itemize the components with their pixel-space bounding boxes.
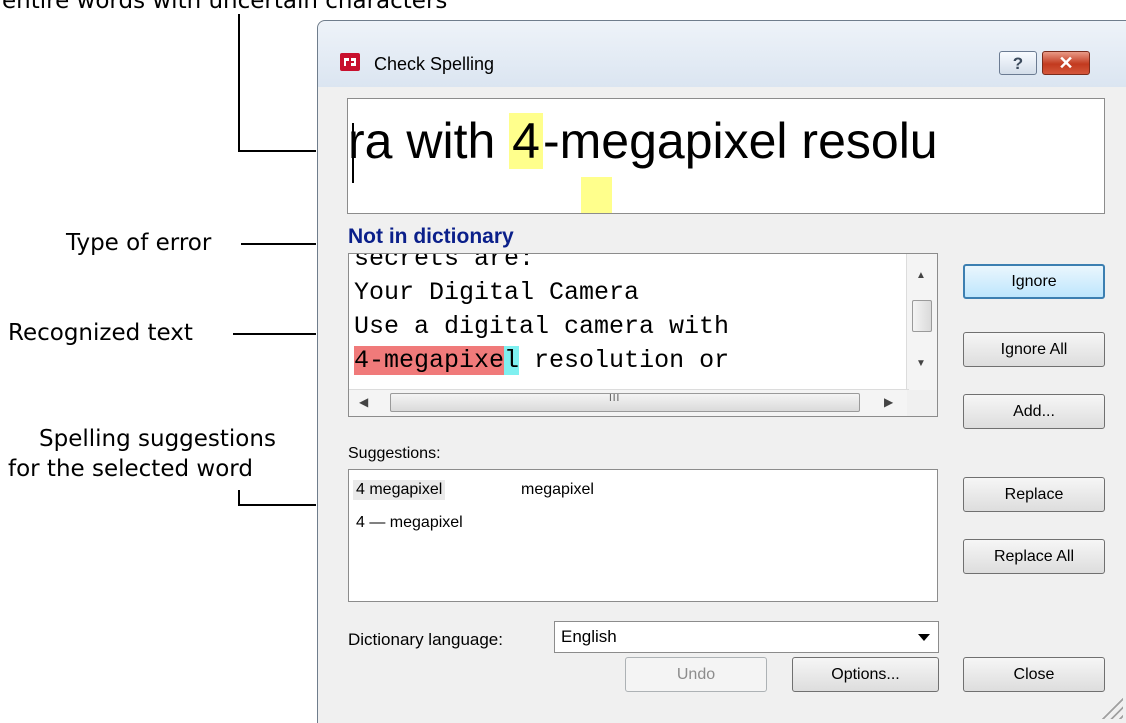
suggestion-item[interactable]: megapixel xyxy=(521,481,594,499)
add-button[interactable]: Add... xyxy=(963,394,1105,429)
recognized-text-content: secrets are: Your Digital Camera Use a d… xyxy=(354,253,730,378)
check-spelling-dialog: Check Spelling ? ✕ ra with 4-megapixel r… xyxy=(317,20,1126,723)
vertical-scroll-thumb[interactable] xyxy=(912,300,932,332)
annotation-suggestions-line2: for the selected word xyxy=(8,456,253,482)
help-button[interactable]: ? xyxy=(999,51,1037,75)
callout-line xyxy=(233,333,316,335)
scroll-grip-icon: III xyxy=(609,393,621,404)
preview-after: -megapixel resolu xyxy=(542,113,938,169)
scroll-left-arrow-icon[interactable]: ◀ xyxy=(359,395,368,409)
suggestion-item[interactable]: 4 — megapixel xyxy=(356,514,463,532)
dictionary-language-label: Dictionary language: xyxy=(348,630,503,649)
annotation-top-partial: entire words with uncertain characters xyxy=(2,0,448,14)
zoomed-preview: ra with 4-megapixel resolu xyxy=(347,98,1105,214)
annotation-recognized-text: Recognized text xyxy=(8,320,193,346)
ignore-all-button[interactable]: Ignore All xyxy=(963,332,1105,367)
scroll-right-arrow-icon[interactable]: ▶ xyxy=(884,395,893,409)
error-type-label: Not in dictionary xyxy=(348,225,514,248)
suggestion-item[interactable]: 4 megapixel xyxy=(353,480,446,500)
callout-line xyxy=(241,243,316,245)
callout-line xyxy=(238,14,240,151)
error-word-highlight[interactable]: 4-megapixe xyxy=(354,346,505,375)
recognized-line: secrets are: xyxy=(354,253,535,273)
suggestions-list[interactable]: 4 megapixel megapixel 4 — megapixel xyxy=(348,469,938,602)
dropdown-arrow-icon[interactable] xyxy=(918,634,930,641)
scroll-up-arrow-icon[interactable]: ▲ xyxy=(916,270,926,281)
callout-line xyxy=(238,504,316,506)
scrollbar-corner xyxy=(907,390,937,416)
title-bar[interactable]: Check Spelling ? ✕ xyxy=(318,21,1126,87)
annotation-type-of-error: Type of error xyxy=(66,230,212,256)
app-icon xyxy=(340,53,360,71)
replace-all-button[interactable]: Replace All xyxy=(963,539,1105,574)
recognized-text-box[interactable]: secrets are: Your Digital Camera Use a d… xyxy=(348,253,938,417)
preview-text: ra with 4-megapixel resolu xyxy=(348,111,938,171)
close-window-button[interactable]: ✕ xyxy=(1042,51,1090,75)
recognized-line: Your Digital Camera xyxy=(354,278,640,307)
recognized-line: Use a digital camera with xyxy=(354,312,730,341)
highlight-strip xyxy=(581,177,612,213)
horizontal-scroll-thumb[interactable] xyxy=(390,393,860,412)
undo-button[interactable]: Undo xyxy=(625,657,767,692)
annotation-suggestions-line1: Spelling suggestions xyxy=(39,426,276,452)
dictionary-language-select[interactable]: English xyxy=(554,621,939,653)
resize-grip-icon[interactable] xyxy=(1101,697,1123,719)
recognized-line: resolution or xyxy=(519,346,730,375)
replace-button[interactable]: Replace xyxy=(963,477,1105,512)
vertical-scrollbar[interactable]: ▲ ▼ xyxy=(906,254,937,392)
preview-before: ra with xyxy=(348,113,510,169)
preview-uncertain-char: 4 xyxy=(509,113,543,169)
suggestions-label: Suggestions: xyxy=(348,445,441,462)
options-button[interactable]: Options... xyxy=(792,657,939,692)
callout-line xyxy=(238,150,316,152)
scroll-down-arrow-icon[interactable]: ▼ xyxy=(916,358,926,369)
uncertain-char-highlight[interactable]: l xyxy=(504,346,520,375)
dialog-title: Check Spelling xyxy=(374,54,495,74)
dictionary-language-value: English xyxy=(561,627,617,646)
ignore-button[interactable]: Ignore xyxy=(963,264,1105,299)
horizontal-scrollbar[interactable]: ◀ III ▶ xyxy=(349,389,909,416)
close-button[interactable]: Close xyxy=(963,657,1105,692)
